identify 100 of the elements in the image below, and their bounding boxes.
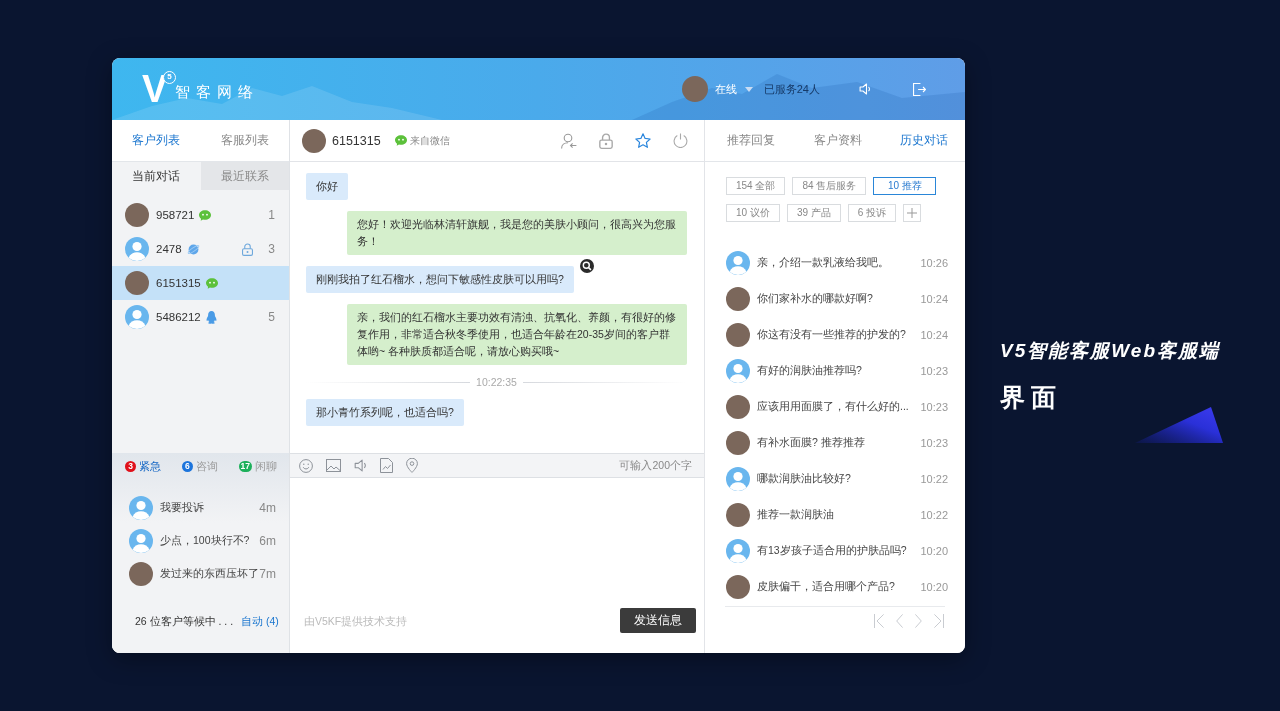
- customer-row[interactable]: 958721 1: [112, 198, 289, 232]
- customer-row[interactable]: 5486212 5: [112, 300, 289, 334]
- history-message: 有好的润肤油推荐吗?: [757, 364, 862, 378]
- filter-chip[interactable]: 10 议价: [726, 204, 780, 222]
- queue-item[interactable]: 少点，100块行不? 6m: [112, 524, 289, 557]
- unread-count: 3: [267, 242, 275, 256]
- message-bubble: 您好！欢迎光临林清轩旗舰，我是您的美肤小顾问，很高兴为您服务！: [347, 211, 687, 255]
- previous-icon[interactable]: [896, 614, 903, 628]
- wait-time: 6m: [259, 533, 276, 548]
- speaker-icon[interactable]: [354, 459, 367, 472]
- smiley-icon[interactable]: [299, 458, 313, 473]
- history-item[interactable]: 你们家补水的哪款好啊? 10:24: [705, 281, 965, 317]
- location-pin-icon[interactable]: [406, 458, 418, 473]
- auto-assign-link[interactable]: 自动 (4): [241, 615, 279, 629]
- history-message: 有13岁孩子适合用的护肤品吗?: [757, 544, 907, 558]
- unread-count: 5: [267, 310, 275, 324]
- history-time: 10:20: [920, 545, 948, 557]
- served-count: 已服务24人: [763, 81, 820, 97]
- history-item[interactable]: 皮肤偏干，适合用哪个产品? 10:20: [705, 569, 965, 605]
- unread-count: 1: [267, 208, 275, 222]
- brand-name: 智客网络: [175, 82, 260, 102]
- star-icon[interactable]: [635, 132, 651, 149]
- history-item[interactable]: 有好的润肤油推荐吗? 10:23: [705, 353, 965, 389]
- filter-chip[interactable]: 39 产品: [786, 204, 841, 222]
- image-icon[interactable]: [326, 459, 341, 472]
- history-item[interactable]: 有补水面膜? 推荐推荐 10:23: [705, 425, 965, 461]
- filter-chip[interactable]: 6 投诉: [847, 204, 897, 222]
- filter-chip[interactable]: 84 售后服务: [792, 177, 867, 195]
- message-bubble: 那小青竹系列呢，也适合吗?: [306, 399, 464, 426]
- filter-chip[interactable]: 10 推荐: [873, 177, 937, 195]
- queue-message: 少点，100块行不?: [160, 533, 250, 548]
- contact-name: 6151315: [332, 133, 381, 148]
- penguin-icon: [205, 310, 217, 324]
- timestamp: 10:22:35: [476, 376, 517, 388]
- plus-icon: [907, 208, 918, 218]
- customer-id: 5486212: [156, 311, 201, 323]
- speaker-icon[interactable]: [858, 83, 872, 95]
- char-limit: 可输入200个字: [619, 458, 692, 473]
- history-message: 推荐一款润肤油: [757, 508, 834, 522]
- waiting-count: 26 位客户等候中 . . .: [135, 615, 234, 629]
- logout-icon[interactable]: [913, 82, 926, 96]
- wechat-icon: [199, 209, 212, 221]
- history-message: 应该用用面膜了，有什么好的...: [757, 400, 909, 414]
- count-badge: 3: [125, 461, 136, 472]
- message-bubble: 亲，我们的红石榴水主要功效有清浊、抗氧化、养颜，有很好的修复作用，非常适合秋冬季使用，也适合年龄在20-35岁间的客户群体哟~ 各种肤质都适合呢，请放心购买哦~: [347, 304, 687, 365]
- credit-text: 由V5KF提供技术支持: [304, 615, 408, 629]
- history-time: 10:23: [920, 401, 948, 413]
- customer-id: 2478: [156, 243, 182, 255]
- history-time: 10:23: [920, 437, 948, 449]
- promo-title: V5智能客服Web客服端: [1000, 340, 1222, 362]
- last-page-icon[interactable]: [934, 614, 944, 628]
- filter-chip[interactable]: 154 全部: [726, 177, 786, 195]
- history-item[interactable]: 哪款润肤油比较好? 10:22: [705, 461, 965, 497]
- customer-row[interactable]: 6151315: [112, 266, 289, 300]
- tab[interactable]: 客服列表: [200, 120, 289, 161]
- customer-row[interactable]: 2478 3: [112, 232, 289, 266]
- planet-icon: [186, 242, 200, 256]
- category-tab[interactable]: 紧急: [139, 459, 161, 474]
- queue-message: 我要投诉: [160, 500, 204, 515]
- tab[interactable]: 客户列表: [112, 120, 201, 161]
- history-message: 皮肤偏干，适合用哪个产品?: [757, 580, 895, 594]
- chart-document-icon[interactable]: [380, 458, 393, 473]
- tab[interactable]: 推荐回复: [727, 132, 775, 149]
- history-time: 10:23: [920, 365, 948, 377]
- history-item[interactable]: 推荐一款润肤油 10:22: [705, 497, 965, 533]
- message-bubble: 刚刚我拍了红石榴水，想问下敏感性皮肤可以用吗?: [306, 266, 574, 293]
- tab[interactable]: 历史对话: [900, 132, 948, 149]
- history-time: 10:22: [920, 473, 948, 485]
- user-transfer-icon[interactable]: [561, 132, 577, 149]
- queue-message: 发过来的东西压坏了: [160, 566, 259, 581]
- tab[interactable]: 客户资料: [813, 132, 862, 149]
- wechat-icon: [394, 135, 407, 146]
- queue-item[interactable]: 我要投诉 4m: [112, 491, 289, 524]
- history-item[interactable]: 亲，介绍一款乳液给我吧。 10:26: [705, 245, 965, 281]
- count-badge: 6: [181, 461, 193, 472]
- add-filter-button[interactable]: [903, 204, 922, 222]
- history-message: 有补水面膜? 推荐推荐: [757, 436, 865, 450]
- wait-time: 7m: [259, 566, 276, 581]
- next-icon[interactable]: [915, 614, 922, 628]
- lock-icon[interactable]: [599, 132, 613, 149]
- message-bubble: 你好: [306, 173, 348, 200]
- wechat-icon: [205, 277, 218, 289]
- history-time: 10:24: [920, 329, 948, 341]
- promo-subtitle: 界面: [1000, 383, 1063, 412]
- first-page-icon[interactable]: [874, 614, 884, 628]
- history-time: 10:22: [920, 509, 948, 521]
- customer-id: 6151315: [156, 277, 201, 289]
- source-label: 来自微信: [409, 133, 450, 148]
- history-time: 10:20: [920, 581, 948, 593]
- power-icon[interactable]: [673, 133, 688, 148]
- caret-icon[interactable]: [744, 86, 753, 92]
- history-item[interactable]: 有13岁孩子适合用的护肤品吗? 10:20: [705, 533, 965, 569]
- history-message: 你们家补水的哪款好啊?: [757, 292, 873, 306]
- history-item[interactable]: 你这有没有一些推荐的护发的? 10:24: [705, 317, 965, 353]
- send-button[interactable]: 发送信息: [620, 608, 696, 633]
- history-time: 10:24: [920, 293, 948, 305]
- search-icon[interactable]: [579, 259, 594, 273]
- wait-time: 4m: [259, 500, 276, 515]
- queue-item[interactable]: 发过来的东西压坏了7m: [112, 557, 289, 590]
- history-item[interactable]: 应该用用面膜了，有什么好的... 10:23: [705, 389, 965, 425]
